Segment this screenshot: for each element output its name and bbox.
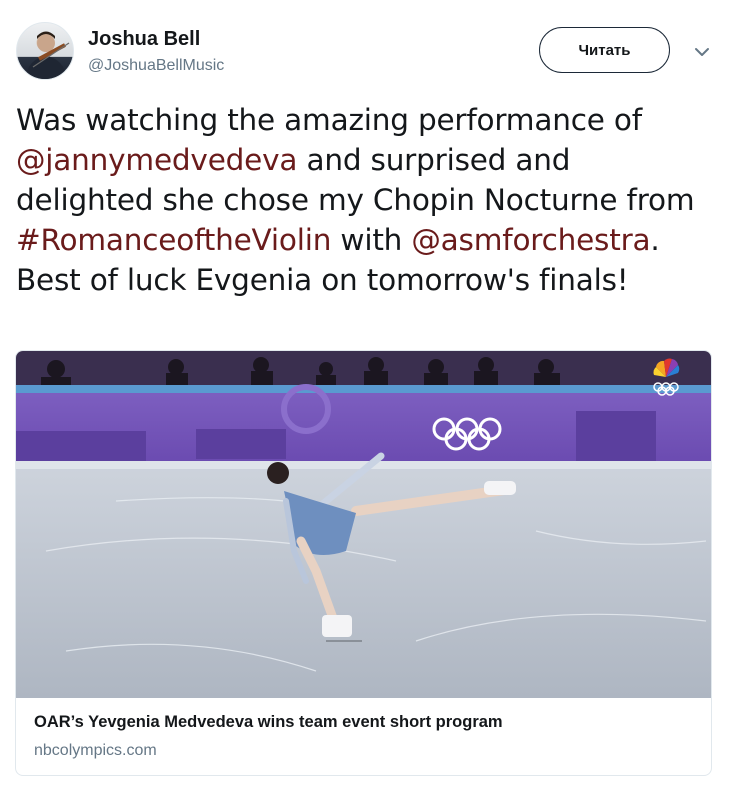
tweet-text-segment: with bbox=[331, 223, 412, 257]
chevron-down-icon[interactable] bbox=[692, 42, 712, 62]
card-image[interactable] bbox=[16, 351, 711, 698]
tweet-text: Was watching the amazing performance of … bbox=[16, 100, 706, 300]
link-card[interactable]: OAR’s Yevgenia Medvedeva wins team event… bbox=[15, 350, 712, 776]
tweet-header: Joshua Bell @JoshuaBellMusic Читать bbox=[16, 22, 716, 82]
avatar[interactable] bbox=[16, 22, 74, 80]
follow-button[interactable]: Читать bbox=[539, 27, 670, 73]
mention-link[interactable]: @jannymedvedeva bbox=[16, 143, 297, 177]
hashtag-link[interactable]: #RomanceoftheViolin bbox=[16, 223, 331, 257]
user-name[interactable]: Joshua Bell bbox=[88, 28, 200, 51]
user-handle[interactable]: @JoshuaBellMusic bbox=[88, 57, 224, 75]
card-title[interactable]: OAR’s Yevgenia Medvedeva wins team event… bbox=[34, 713, 503, 732]
card-domain[interactable]: nbcolympics.com bbox=[34, 742, 157, 760]
mention-link[interactable]: @asmforchestra bbox=[411, 223, 650, 257]
tweet-text-segment: Was watching the amazing performance of bbox=[16, 103, 642, 137]
